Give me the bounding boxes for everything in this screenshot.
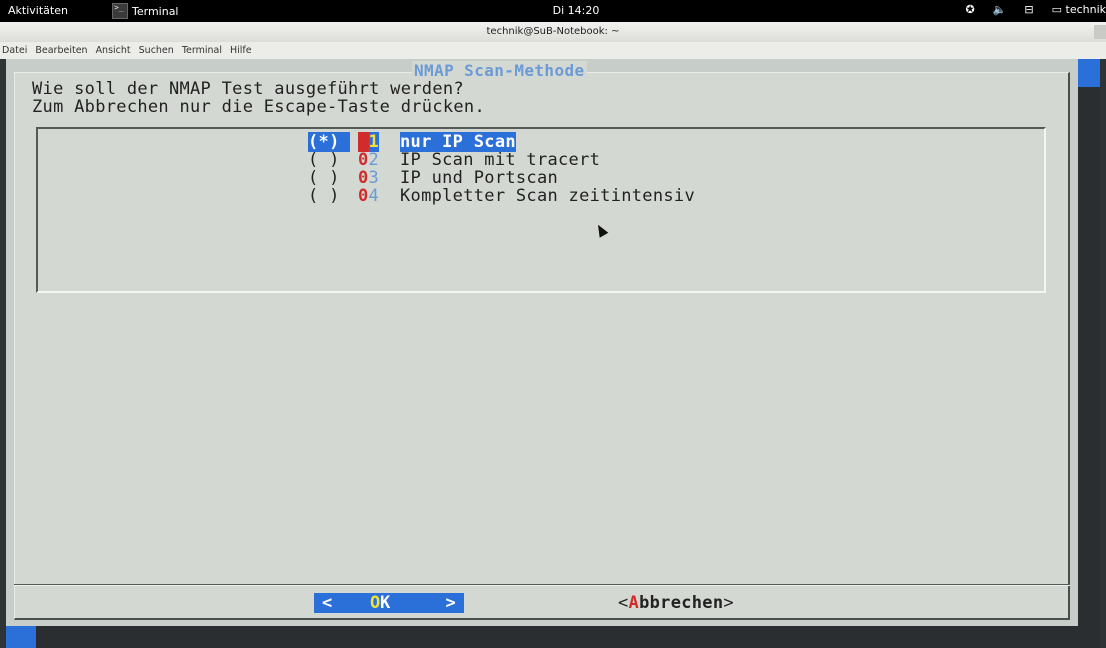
- prompt-line-1: Wie soll der NMAP Test ausgeführt werden…: [32, 79, 464, 99]
- close-icon[interactable]: [1094, 25, 1106, 39]
- option-tag: 04: [350, 186, 400, 206]
- option-tag-first: 0: [358, 132, 369, 152]
- option-tag: 01: [350, 132, 400, 152]
- option-2[interactable]: ( ) 02 IP Scan mit tracert: [308, 150, 601, 170]
- option-tag-first: 0: [358, 150, 369, 170]
- ok-button-label: K: [380, 593, 391, 613]
- radiolist-dialog: NMAP Scan-Methode Wie soll der NMAP Test…: [14, 61, 1070, 620]
- option-label: nur IP Scan: [400, 132, 516, 152]
- cancel-button-hotkey: A: [628, 593, 640, 613]
- system-tray: ✪ 🔈 ⊟ ▭ technik: [965, 3, 1106, 16]
- menu-bearbeiten[interactable]: Bearbeiten: [35, 42, 87, 59]
- option-label: Kompletter Scan zeitintensiv: [400, 186, 695, 206]
- ok-button-left: <: [322, 593, 333, 613]
- prompt-line-2: Zum Abbrechen nur die Escape-Taste drück…: [32, 97, 485, 117]
- ok-button-hotkey: O: [370, 593, 381, 613]
- volume-icon[interactable]: 🔈: [993, 3, 1007, 16]
- option-tag-second: 3: [368, 168, 380, 188]
- option-tag: 02: [350, 150, 400, 170]
- ok-button[interactable]: < O K >: [314, 593, 464, 613]
- ok-button-right: >: [445, 593, 456, 613]
- option-tag-second: 1: [368, 132, 380, 152]
- activities-button[interactable]: Aktivitäten: [8, 4, 68, 17]
- radio-button[interactable]: ( ): [308, 150, 350, 170]
- option-list: (*) 01 nur IP Scan ( ) 02 IP Scan mit tr…: [36, 127, 1046, 293]
- window-titlebar: technik@SuB-Notebook: ~: [0, 22, 1106, 42]
- menubar: Datei Bearbeiten Ansicht Suchen Terminal…: [0, 42, 1106, 59]
- option-4[interactable]: ( ) 04 Kompletter Scan zeitintensiv: [308, 186, 695, 206]
- option-label: IP und Portscan: [400, 168, 559, 188]
- option-tag: 03: [350, 168, 400, 188]
- option-tag-first: 0: [358, 168, 369, 188]
- terminal-icon: >_: [112, 3, 128, 19]
- menu-suchen[interactable]: Suchen: [139, 42, 174, 59]
- accessibility-icon[interactable]: ✪: [965, 3, 974, 16]
- user-menu[interactable]: ▭ technik: [1052, 3, 1106, 16]
- option-3[interactable]: ( ) 03 IP und Portscan: [308, 168, 559, 188]
- text-cursor: [6, 626, 36, 648]
- radio-button[interactable]: (*): [308, 132, 350, 152]
- user-name: technik: [1065, 3, 1106, 16]
- app-menu[interactable]: >_ Terminal: [112, 2, 179, 20]
- option-tag-second: 2: [368, 150, 380, 170]
- user-icon: ▭: [1051, 3, 1062, 16]
- menu-datei[interactable]: Datei: [2, 42, 27, 59]
- option-tag-second: 4: [368, 186, 380, 206]
- top-bar: Aktivitäten >_ Terminal Di 14:20 ✪ 🔈 ⊟ ▭…: [0, 0, 1106, 22]
- menu-ansicht[interactable]: Ansicht: [96, 42, 131, 59]
- option-tag-first: 0: [358, 186, 369, 206]
- cancel-button-close: >: [723, 593, 734, 613]
- scrollbar-thumb[interactable]: [1078, 59, 1100, 87]
- cancel-button-open: <: [618, 593, 629, 613]
- option-label: IP Scan mit tracert: [400, 150, 601, 170]
- app-menu-label: Terminal: [132, 4, 179, 18]
- dialog-title: NMAP Scan-Methode: [412, 61, 587, 80]
- network-icon[interactable]: ⊟: [1024, 3, 1033, 16]
- menu-terminal[interactable]: Terminal: [182, 42, 222, 59]
- window-title: technik@SuB-Notebook: ~: [486, 26, 620, 37]
- radio-button[interactable]: ( ): [308, 168, 350, 188]
- menu-hilfe[interactable]: Hilfe: [230, 42, 252, 59]
- terminal-scrollbar[interactable]: [1078, 59, 1100, 648]
- radio-button[interactable]: ( ): [308, 186, 350, 206]
- terminal-bottom-row: [6, 626, 1100, 648]
- button-divider-highlight: [14, 585, 1070, 586]
- option-1[interactable]: (*) 01 nur IP Scan: [308, 132, 516, 152]
- clock[interactable]: Di 14:20: [536, 4, 616, 17]
- cancel-button[interactable]: < Abbrechen >: [618, 593, 734, 613]
- cancel-button-label: bbrechen: [639, 593, 724, 613]
